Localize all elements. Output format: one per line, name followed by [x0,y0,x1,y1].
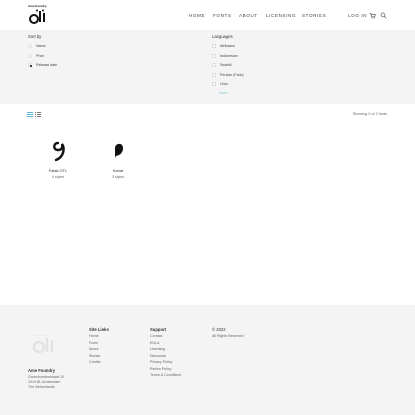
cart-icon[interactable] [369,12,376,19]
checkbox[interactable] [212,53,216,58]
footer-link-licensing[interactable]: Licensing [150,347,165,351]
rights-reserved: All Rights Reserved [212,334,244,338]
footer-link-discounts[interactable]: Discounts [150,354,166,358]
footer-link-return-policy[interactable]: Return Policy [150,367,171,371]
checkbox[interactable] [212,72,216,77]
search-icon[interactable] [380,12,387,19]
site-links-title: Site Links [89,327,109,332]
footer-link-eula[interactable]: EULA [150,341,159,345]
checkbox[interactable] [212,82,216,86]
language-label: Indonesian [220,53,238,58]
language-option-afrikaans[interactable]: Afrikaans [212,44,235,48]
footer-link-stories[interactable]: Stories [89,354,100,358]
checkbox[interactable] [212,63,216,67]
footer-address-line: Groenhoedenstraat 10 [28,374,64,379]
nav-home[interactable]: HOME [189,13,205,18]
sort-option-label: Price [36,53,45,58]
footer-address-line: 1019 BL Amsterdam [28,379,61,384]
radio-button[interactable] [28,53,32,58]
more-languages-link[interactable]: more... [219,91,230,95]
font-glyph-preview [53,141,65,162]
language-label: Afrikaans [220,44,235,48]
sort-by-title: Sort by [28,34,42,39]
font-name: Falak OTL [48,168,68,173]
sort-option-name[interactable]: Name [28,44,46,48]
logo-mark [29,9,45,24]
language-option-swahili[interactable]: Swahili [212,63,231,67]
site-footer: Amefoundry Ame Foundry Groenhoedenstraat… [0,305,415,415]
checkbox[interactable] [212,44,216,48]
svg-text:Amefoundry: Amefoundry [33,333,50,337]
logo-wordmark: Amefoundry [28,4,47,8]
list-view-icon[interactable] [35,112,41,117]
footer-link-fonts[interactable]: Fonts [89,341,98,345]
footer-link-contact[interactable]: Contact [150,334,162,338]
language-option-urdu[interactable]: Urdu [212,82,228,86]
font-card-falak[interactable]: Falak OTL 4 styles [33,140,83,179]
filter-panel: Sort by Name Price Release date Language… [0,30,415,104]
brand-logo[interactable]: Amefoundry [28,4,48,24]
footer-link-credits[interactable]: Credits [89,360,100,364]
footer-link-terms[interactable]: Terms & Conditions [150,373,181,377]
language-label: Urdu [220,82,228,86]
radio-button[interactable] [28,44,32,48]
language-option-indonesian[interactable]: Indonesian [212,53,238,58]
grid-view-icon[interactable] [27,112,33,117]
sort-option-label: Release date [36,63,58,67]
font-name: Kanat [112,168,124,173]
language-option-persian[interactable]: Persian (Farsi) [212,72,244,77]
footer-logo[interactable]: Amefoundry [30,331,58,355]
sort-option-price[interactable]: Price [28,53,45,58]
results-count: Showing 2 of 2 fonts [352,112,387,116]
font-glyph-preview [115,143,123,158]
nav-licensing[interactable]: LICENSING [266,13,296,18]
footer-address-line: The Netherlands [28,384,55,389]
copyright: © 2022 [212,327,226,332]
login-link[interactable]: LOG IN [348,13,367,18]
font-styles-count: 4 styles [51,174,65,179]
footer-link-privacy-policy[interactable]: Privacy Policy [150,360,172,364]
font-styles-count: 3 styles [111,174,125,179]
footer-company-name: Ame Foundry [28,368,55,373]
footer-link-home[interactable]: Home [89,334,99,338]
footer-link-about[interactable]: About [89,347,98,351]
sort-option-release-date[interactable]: Release date [28,63,57,67]
site-header: Amefoundry HOME FONTS ABOUT LICENSING ST… [0,0,415,30]
support-title: Support [150,327,167,332]
nav-fonts[interactable]: FONTS [213,13,232,18]
languages-title: Languages [212,34,233,39]
language-label: Swahili [220,63,232,67]
sort-option-label: Name [36,44,46,48]
nav-stories[interactable]: STORIES [302,13,326,18]
language-label: Persian (Farsi) [220,72,244,77]
font-card-kanat[interactable]: Kanat 3 styles [93,140,143,179]
nav-about[interactable]: ABOUT [239,13,258,18]
radio-button-selected[interactable] [28,63,32,67]
